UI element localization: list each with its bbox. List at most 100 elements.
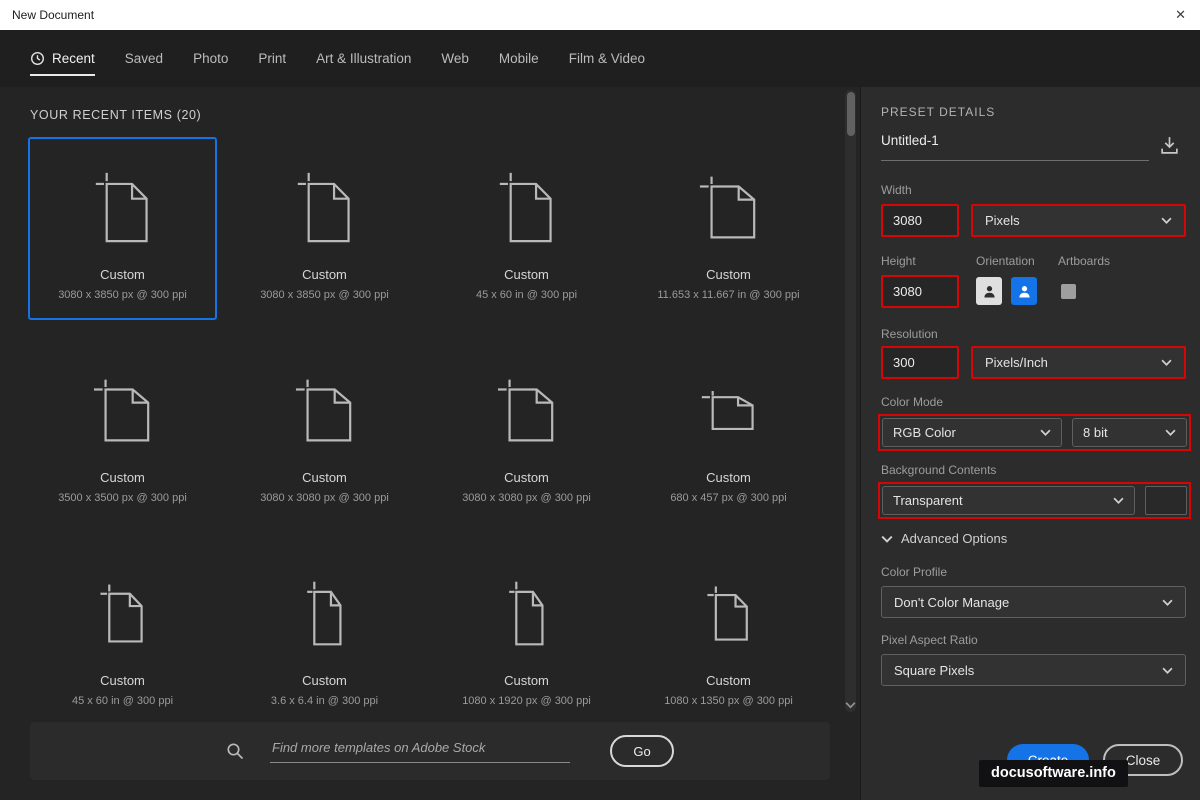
recent-item-card[interactable]: Custom 1080 x 1920 px @ 300 ppi: [432, 543, 621, 726]
document-name-field[interactable]: Untitled-1: [881, 133, 1149, 161]
pixel-aspect-ratio-select[interactable]: Square Pixels: [881, 654, 1186, 686]
color-mode-select[interactable]: RGB Color: [882, 418, 1062, 447]
document-icon: [698, 175, 760, 239]
width-unit-select[interactable]: Pixels: [971, 204, 1186, 237]
color-mode-label: Color Mode: [881, 395, 943, 409]
preset-name: Custom: [706, 673, 751, 688]
preset-dimensions: 680 x 457 px @ 300 ppi: [670, 492, 786, 504]
tab-photo[interactable]: Photo: [193, 30, 228, 87]
preset-dimensions: 3080 x 3850 px @ 300 ppi: [58, 289, 187, 301]
color-profile-select[interactable]: Don't Color Manage: [881, 586, 1186, 618]
selected-option: Transparent: [893, 493, 963, 508]
preset-name: Custom: [504, 267, 549, 282]
recent-item-card[interactable]: Custom 3080 x 3080 px @ 300 ppi: [432, 340, 621, 523]
tab-label: Photo: [193, 51, 228, 66]
tab-mobile[interactable]: Mobile: [499, 30, 539, 87]
orientation-landscape-button[interactable]: [1011, 277, 1037, 305]
chevron-down-icon: [1165, 429, 1176, 436]
tab-label: Mobile: [499, 51, 539, 66]
selected-option: Square Pixels: [894, 663, 974, 678]
recent-item-card[interactable]: Custom 3.6 x 6.4 in @ 300 ppi: [230, 543, 419, 726]
scrollbar-thumb[interactable]: [847, 92, 855, 136]
chevron-down-icon: [1161, 217, 1172, 224]
recent-item-card[interactable]: Custom 45 x 60 in @ 300 ppi: [432, 137, 621, 320]
tab-web[interactable]: Web: [441, 30, 469, 87]
tab-label: Web: [441, 51, 469, 66]
recent-item-card[interactable]: Custom 11.653 x 11.667 in @ 300 ppi: [634, 137, 823, 320]
portrait-person-icon: [981, 283, 998, 300]
document-icon: [94, 171, 152, 243]
artboards-checkbox[interactable]: [1061, 284, 1076, 299]
preset-details-panel: PRESET DETAILS Untitled-1 Width Pixels H…: [860, 87, 1200, 800]
document-icon: [296, 171, 354, 243]
tab-recent[interactable]: Recent: [30, 30, 95, 87]
stock-search-input[interactable]: [270, 740, 570, 763]
clock-icon: [30, 51, 45, 66]
recent-item-card[interactable]: Custom 3500 x 3500 px @ 300 ppi: [28, 340, 217, 523]
tab-label: Film & Video: [569, 51, 645, 66]
color-profile-label: Color Profile: [881, 565, 947, 579]
resolution-label: Resolution: [881, 327, 938, 341]
background-contents-select[interactable]: Transparent: [882, 486, 1135, 515]
bit-depth-select[interactable]: 8 bit: [1072, 418, 1187, 447]
landscape-person-icon: [1016, 283, 1033, 300]
selected-option: 8 bit: [1083, 425, 1108, 440]
resolution-unit-select[interactable]: Pixels/Inch: [971, 346, 1186, 379]
preset-dimensions: 3.6 x 6.4 in @ 300 ppi: [271, 695, 378, 707]
document-icon: [294, 378, 356, 442]
preset-name: Custom: [302, 267, 347, 282]
preset-details-heading: PRESET DETAILS: [881, 105, 995, 119]
selected-option: Don't Color Manage: [894, 595, 1009, 610]
dialog-title: New Document: [12, 8, 94, 22]
width-label: Width: [881, 183, 912, 197]
search-icon: [226, 742, 244, 760]
go-button[interactable]: Go: [610, 735, 674, 767]
preset-dimensions: 3080 x 3080 px @ 300 ppi: [260, 492, 389, 504]
preset-name: Custom: [100, 267, 145, 282]
background-color-swatch[interactable]: [1145, 486, 1187, 515]
preset-name: Custom: [706, 470, 751, 485]
tab-label: Print: [258, 51, 286, 66]
chevron-down-icon: [1162, 599, 1173, 606]
preset-dimensions: 11.653 x 11.667 in @ 300 ppi: [657, 289, 799, 301]
recent-item-card[interactable]: Custom 3080 x 3080 px @ 300 ppi: [230, 340, 419, 523]
watermark: docusoftware.info: [979, 760, 1128, 787]
recent-item-card[interactable]: Custom 1080 x 1350 px @ 300 ppi: [634, 543, 823, 726]
close-icon[interactable]: ✕: [1175, 7, 1186, 23]
tab-print[interactable]: Print: [258, 30, 286, 87]
background-contents-row: Transparent: [878, 482, 1191, 519]
new-document-dialog: New Document ✕ Recent Saved Photo Print …: [0, 0, 1200, 800]
preset-dimensions: 1080 x 1920 px @ 300 ppi: [462, 695, 591, 707]
selected-option: Pixels/Inch: [985, 355, 1048, 370]
save-preset-icon[interactable]: [1159, 135, 1180, 156]
height-input[interactable]: [881, 275, 959, 308]
document-icon: [706, 585, 751, 641]
scroll-down-icon[interactable]: [845, 701, 856, 709]
recent-item-card[interactable]: Custom 45 x 60 in @ 300 ppi: [28, 543, 217, 726]
advanced-options-label: Advanced Options: [901, 531, 1007, 546]
tab-film-video[interactable]: Film & Video: [569, 30, 645, 87]
pixel-aspect-ratio-label: Pixel Aspect Ratio: [881, 633, 978, 647]
document-icon: [496, 378, 558, 442]
document-icon: [700, 390, 758, 430]
preset-name: Custom: [100, 470, 145, 485]
recent-items-pane: YOUR RECENT ITEMS (20) Custom 3080 x 385…: [0, 87, 860, 800]
orientation-portrait-button[interactable]: [976, 277, 1002, 305]
tab-label: Saved: [125, 51, 163, 66]
resolution-input[interactable]: [881, 346, 959, 379]
recent-item-card[interactable]: Custom 3080 x 3850 px @ 300 ppi: [230, 137, 419, 320]
category-tabbar: Recent Saved Photo Print Art & Illustrat…: [0, 30, 1200, 87]
preset-name: Custom: [302, 470, 347, 485]
recent-items-grid: Custom 3080 x 3850 px @ 300 ppi Custom 3…: [28, 137, 834, 726]
chevron-down-icon: [881, 535, 893, 543]
preset-name: Custom: [706, 267, 751, 282]
advanced-options-toggle[interactable]: Advanced Options: [881, 531, 1007, 546]
recent-item-card[interactable]: Custom 3080 x 3850 px @ 300 ppi: [28, 137, 217, 320]
width-input[interactable]: [881, 204, 959, 237]
vertical-scrollbar[interactable]: [845, 90, 856, 712]
preset-name: Custom: [504, 673, 549, 688]
recent-item-card[interactable]: Custom 680 x 457 px @ 300 ppi: [634, 340, 823, 523]
tab-art-illustration[interactable]: Art & Illustration: [316, 30, 411, 87]
chevron-down-icon: [1161, 359, 1172, 366]
tab-saved[interactable]: Saved: [125, 30, 163, 87]
